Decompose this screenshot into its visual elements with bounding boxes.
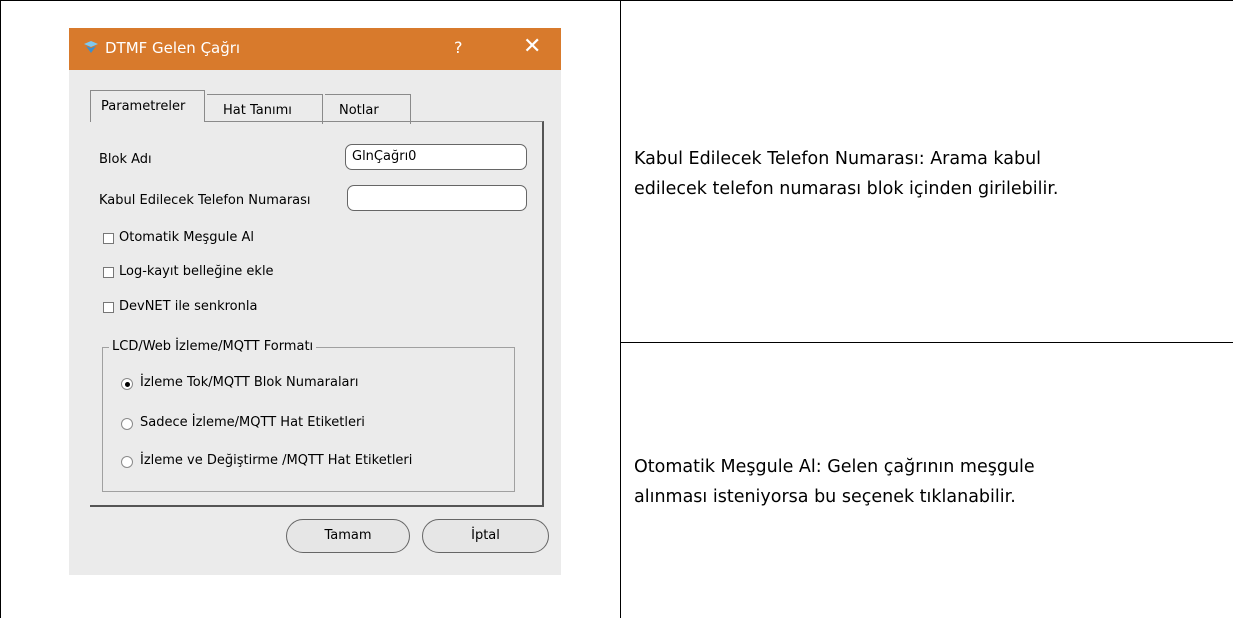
radio-izleme-degistirme[interactable] <box>121 456 133 468</box>
description-line: Otomatik Meşgule Al: Gelen çağrının meşg… <box>634 457 1035 477</box>
table-border-top <box>0 0 1233 1</box>
radio-label: İzleme ve Değiştirme /MQTT Hat Etiketler… <box>140 453 413 468</box>
radio-label: Sadece İzleme/MQTT Hat Etiketleri <box>140 415 365 430</box>
radio-label: İzleme Tok/MQTT Blok Numaraları <box>140 375 359 390</box>
phone-label: Kabul Edilecek Telefon Numarası <box>99 193 311 208</box>
tab-label: Hat Tanımı <box>223 103 292 118</box>
block-name-label: Blok Adı <box>99 152 152 167</box>
table-column-divider <box>620 0 621 618</box>
log-checkbox[interactable] <box>103 267 114 278</box>
table-border-left <box>0 0 1 618</box>
auto-busy-description: Otomatik Meşgule Al: Gelen çağrının meşg… <box>634 452 1035 512</box>
tab-hat-tanimi[interactable]: Hat Tanımı <box>207 94 323 124</box>
log-label: Log-kayıt belleğine ekle <box>119 264 274 279</box>
cancel-button[interactable]: İptal <box>422 519 549 553</box>
table-row-divider <box>620 342 1233 343</box>
dtmf-app-icon <box>84 41 98 53</box>
tab-label: Parametreler <box>101 99 186 114</box>
dialog-titlebar: DTMF Gelen Çağrı ? ✕ <box>69 28 561 70</box>
radio-hat-etiketleri[interactable] <box>121 418 133 430</box>
auto-busy-label: Otomatik Meşgule Al <box>119 230 255 245</box>
phone-description: Kabul Edilecek Telefon Numarası: Arama k… <box>634 144 1059 204</box>
format-group-legend: LCD/Web İzleme/MQTT Formatı <box>109 339 317 354</box>
ok-button[interactable]: Tamam <box>286 519 410 553</box>
tab-notlar[interactable]: Notlar <box>325 94 411 124</box>
block-name-input[interactable]: GlnÇağrı0 <box>345 144 527 170</box>
dialog-screenshot: DTMF Gelen Çağrı ? ✕ Parametreler Hat Ta… <box>69 28 561 575</box>
radio-blok-numaralari[interactable] <box>121 378 133 390</box>
description-line: Kabul Edilecek Telefon Numarası: Arama k… <box>634 149 1042 169</box>
tab-parametreler[interactable]: Parametreler <box>90 90 205 122</box>
help-button[interactable]: ? <box>454 38 463 57</box>
auto-busy-checkbox[interactable] <box>103 233 114 244</box>
phone-input[interactable] <box>347 185 527 211</box>
tab-label: Notlar <box>339 103 379 118</box>
devnet-checkbox[interactable] <box>103 302 114 313</box>
close-button[interactable]: ✕ <box>523 34 541 59</box>
document-table: DTMF Gelen Çağrı ? ✕ Parametreler Hat Ta… <box>0 0 1233 618</box>
dialog-title: DTMF Gelen Çağrı <box>105 39 241 57</box>
devnet-label: DevNET ile senkronla <box>119 299 258 314</box>
description-line: alınması isteniyorsa bu seçenek tıklanab… <box>634 487 1016 507</box>
description-line: edilecek telefon numarası blok içinden g… <box>634 179 1059 199</box>
